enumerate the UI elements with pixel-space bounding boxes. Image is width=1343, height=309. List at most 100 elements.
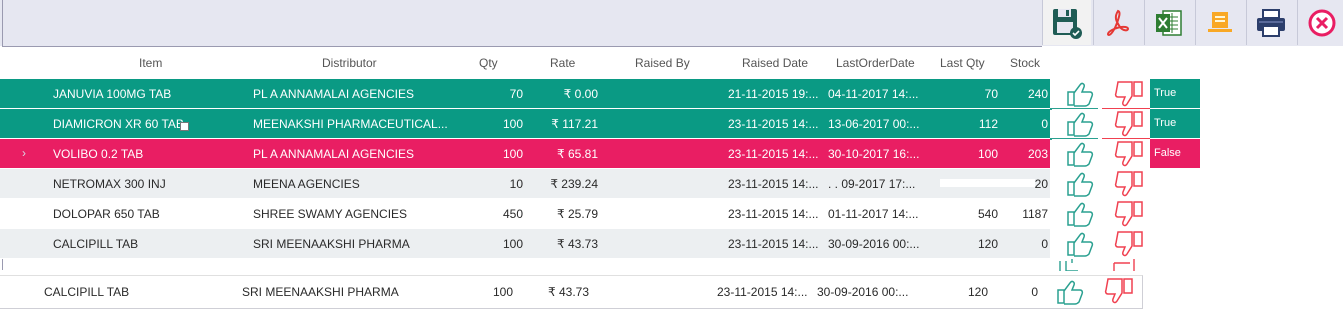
col-raised-date[interactable]: Raised Date xyxy=(742,56,808,70)
cell-rate: ₹ 0.00 xyxy=(563,87,598,101)
vote-icons xyxy=(1052,229,1150,258)
thumbs-down-button[interactable] xyxy=(1114,140,1146,171)
cell-last-qty: 120 xyxy=(977,237,998,251)
thumbs-up-icon xyxy=(1067,202,1094,227)
cell-distributor: SHREE SWAMY AGENCIES xyxy=(253,207,408,221)
cell-flag: True xyxy=(1154,87,1177,99)
toolbar xyxy=(1042,0,1343,46)
col-last-qty[interactable]: Last Qty xyxy=(940,56,985,70)
pdf-button[interactable] xyxy=(1093,0,1142,45)
thumbs-down-icon xyxy=(1114,111,1143,137)
cell-stock: 0 xyxy=(1041,117,1048,131)
cell-distributor: PL A ANNAMALAI AGENCIES xyxy=(253,87,414,101)
col-stock[interactable]: Stock xyxy=(1010,56,1040,70)
thumbs-down-icon xyxy=(1114,201,1143,227)
flag-cell xyxy=(1150,169,1200,198)
cell-rate: ₹ 43.73 xyxy=(557,237,598,251)
drag-item: CALCIPILL TAB xyxy=(44,285,130,299)
thumbs-up-button[interactable] xyxy=(1066,111,1096,140)
thumbs-down-button[interactable] xyxy=(1114,80,1146,111)
partial-row-icons xyxy=(1052,259,1150,271)
row-selected-marker: › xyxy=(22,146,26,160)
cell-item: DIAMICRON XR 60 TAB xyxy=(53,117,184,131)
cell-distributor: SRI MEENAAKSHI PHARMA xyxy=(253,237,410,251)
cell-item: CALCIPILL TAB xyxy=(53,237,139,251)
cell-stock: 0 xyxy=(1041,237,1048,251)
thumbs-down-button[interactable] xyxy=(1114,110,1146,141)
drag-last-order-date: 30-09-2016 00:... xyxy=(817,285,909,299)
cell-item: VOLIBO 0.2 TAB xyxy=(53,147,144,161)
thumbs-down-button[interactable] xyxy=(1114,200,1146,231)
text-cursor xyxy=(180,122,189,131)
drag-rate: ₹ 43.73 xyxy=(548,285,589,299)
col-raised-by[interactable]: Raised By xyxy=(635,56,690,70)
report-button[interactable] xyxy=(1195,0,1244,45)
cell-last-order-date: 30-09-2016 00:... xyxy=(828,237,920,251)
printer-icon xyxy=(1257,8,1285,37)
col-last-order-date[interactable]: LastOrderDate xyxy=(836,56,915,70)
excel-button[interactable] xyxy=(1144,0,1193,45)
cell-flag: True xyxy=(1154,117,1177,129)
thumbs-up-icon xyxy=(1059,259,1078,271)
thumbs-up-icon xyxy=(1067,172,1094,197)
print-button[interactable] xyxy=(1246,0,1295,45)
drag-icons xyxy=(1050,276,1142,308)
close-circle-icon xyxy=(1308,9,1336,36)
table-row[interactable]: NETROMAX 300 INJ MEENA AGENCIES 10 ₹ 239.24… xyxy=(0,169,1200,199)
save-button[interactable] xyxy=(1042,0,1091,45)
cell-distributor: MEENA AGENCIES xyxy=(253,177,360,191)
thumbs-down-button[interactable] xyxy=(1114,170,1146,201)
cell-stock: 203 xyxy=(1027,147,1048,161)
col-distributor[interactable]: Distributor xyxy=(322,56,377,70)
thumbs-down-icon xyxy=(1114,141,1143,167)
cell-qty: 450 xyxy=(502,207,523,221)
cell-last-qty: 70 xyxy=(984,87,998,101)
cell-flag: False xyxy=(1154,147,1181,159)
cell-raised-date: 23-11-2015 14:... xyxy=(728,177,819,191)
thumbs-up-button[interactable] xyxy=(1066,201,1096,230)
cell-qty: 100 xyxy=(502,237,523,251)
dragged-row[interactable]: CALCIPILL TAB SRI MEENAAKSHI PHARMA 100 … xyxy=(0,275,1143,309)
vote-icons xyxy=(1052,79,1150,108)
cell-distributor: PL A ANNAMALAI AGENCIES xyxy=(253,147,414,161)
table-row[interactable]: DOLOPAR 650 TAB SHREE SWAMY AGENCIES 450 ₹ … xyxy=(0,199,1200,229)
cell-raised-date: 23-11-2015 14:... xyxy=(728,207,819,221)
table-row[interactable]: › VOLIBO 0.2 TAB PL A ANNAMALAI AGENCIES 10… xyxy=(0,139,1200,169)
thumbs-up-button[interactable] xyxy=(1066,81,1096,110)
close-button[interactable] xyxy=(1297,0,1343,45)
cell-stock: 240 xyxy=(1027,87,1048,101)
thumbs-up-icon xyxy=(1067,232,1094,257)
drag-stock: 0 xyxy=(1031,285,1038,299)
table-row[interactable]: DIAMICRON XR 60 TAB MEENAKSHI PHARMACEUTI… xyxy=(0,109,1200,141)
table-row[interactable]: JANUVIA 100MG TAB PL A ANNAMALAI AGENCIES… xyxy=(0,79,1200,110)
drag-qty: 100 xyxy=(492,285,513,299)
thumbs-down-button[interactable] xyxy=(1114,230,1146,261)
drag-distributor: SRI MEENAAKSHI PHARMA xyxy=(242,285,399,299)
vote-icons xyxy=(1052,139,1150,168)
col-item[interactable]: Item xyxy=(139,56,162,70)
thumbs-down-icon xyxy=(1114,231,1143,257)
table-row[interactable]: CALCIPILL TAB SRI MEENAAKSHI PHARMA 100 ₹ 4… xyxy=(0,229,1200,259)
cell-item: NETROMAX 300 INJ xyxy=(53,177,166,191)
col-rate[interactable]: Rate xyxy=(550,56,575,70)
vote-icons xyxy=(1052,169,1150,198)
cell-last-qty: 112 xyxy=(978,117,998,131)
thumbs-down-icon xyxy=(1104,278,1133,304)
thumbs-down-icon xyxy=(1113,259,1135,271)
cell-item: DOLOPAR 650 TAB xyxy=(53,207,160,221)
cell-qty: 100 xyxy=(502,147,523,161)
cell-rate: ₹ 117.21 xyxy=(551,117,598,131)
thumbs-up-icon xyxy=(1067,82,1094,107)
cell-last-order-date: 04-11-2017 14:... xyxy=(828,87,919,101)
report-icon xyxy=(1208,11,1232,32)
thumbs-up-icon xyxy=(1057,280,1084,305)
drag-last-qty: 120 xyxy=(967,285,988,299)
col-qty[interactable]: Qty xyxy=(479,56,498,70)
cell-stock: 1187 xyxy=(1022,207,1048,221)
thumbs-up-button[interactable] xyxy=(1066,171,1096,200)
cell-rate: ₹ 239.24 xyxy=(550,177,598,191)
cell-last-order-date: 01-11-2017 14:... xyxy=(828,207,919,221)
thumbs-up-button[interactable] xyxy=(1066,231,1096,260)
cell-distributor: MEENAKSHI PHARMACEUTICAL... xyxy=(253,117,448,131)
thumbs-up-button[interactable] xyxy=(1066,141,1096,170)
